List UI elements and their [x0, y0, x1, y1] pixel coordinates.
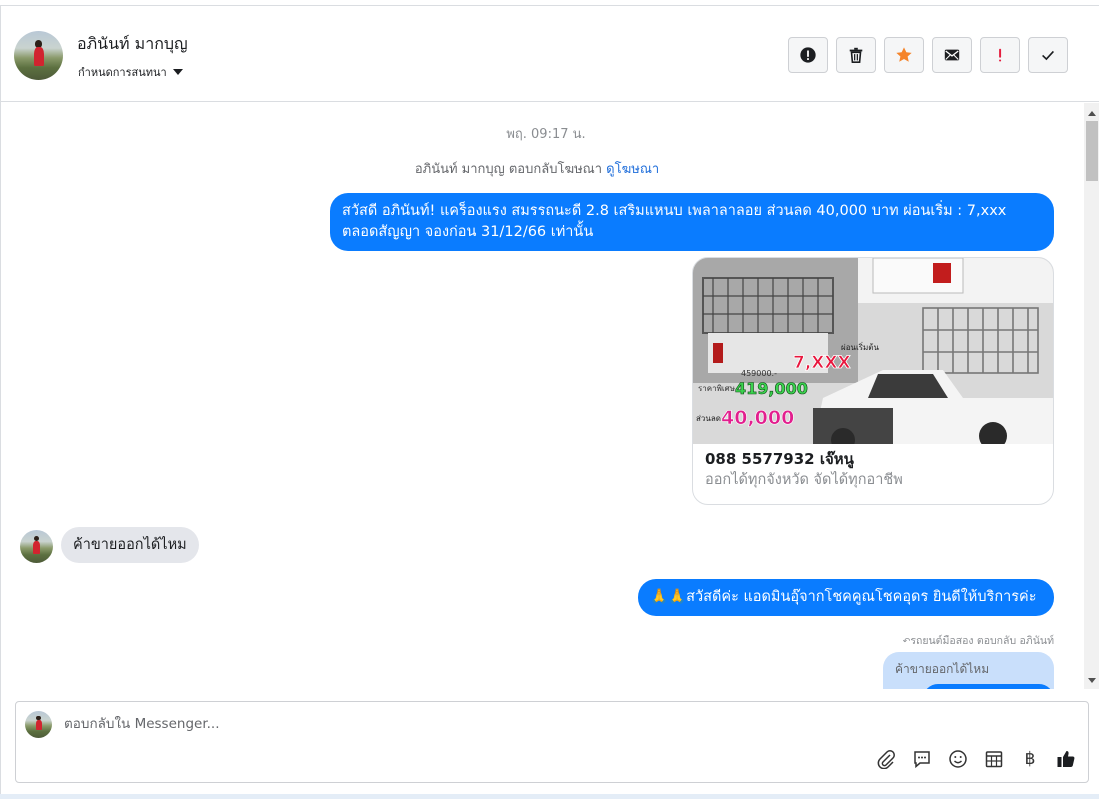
assign-conversation-dropdown[interactable]: กำหนดการสนทนา — [78, 63, 183, 81]
incoming-message: ค้าขายออกได้ไหม — [61, 527, 199, 563]
reply-input[interactable] — [64, 716, 844, 732]
emoji-icon — [949, 750, 967, 768]
sale-value: 419,000 — [735, 379, 808, 398]
outgoing-message: สวัสดี อภินันท์! แคร็องแรง สมรรถนะดี 2.8… — [330, 193, 1054, 251]
saved-reply-icon — [914, 751, 930, 769]
reply-note: ↶รถยนต์มือสอง ตอบกลับ อภินันท์ — [902, 635, 1054, 647]
ad-reply-text: อภินันท์ มากบุญ ตอบกลับโฆษณา — [414, 162, 603, 177]
saved-replies-button[interactable] — [910, 747, 934, 771]
delete-button[interactable] — [836, 37, 876, 73]
installment-value: 7,XXX — [793, 353, 851, 373]
contact-avatar[interactable] — [14, 31, 63, 80]
star-button[interactable] — [884, 37, 924, 73]
outgoing-message-partial — [923, 684, 1054, 689]
outgoing-message: 🙏🙏สวัสดีค่ะ แอดมินอุ๊จากโชคคูณโชคอุดร ยิ… — [638, 579, 1054, 616]
ad-card[interactable]: ผ่อนเริ่มต้น 7,XXX 459000.- ราคาพิเศษ 41… — [692, 257, 1054, 505]
report-button[interactable] — [788, 37, 828, 73]
checkmark-icon — [1042, 50, 1054, 61]
trash-icon — [849, 47, 863, 64]
baht-icon: ฿ — [1024, 749, 1036, 769]
discount-value: 40,000 — [721, 407, 794, 429]
caret-down-icon — [172, 69, 183, 75]
emoji-button[interactable] — [946, 747, 970, 771]
ad-reply-notice: อภินันท์ มากบุญ ตอบกลับโฆษณา ดูโฆษณา — [1, 158, 1073, 179]
mark-done-button[interactable] — [1028, 37, 1068, 73]
conversation-header: อภินันท์ มากบุญ กำหนดการสนทนา — [1, 6, 1099, 102]
envelope-icon — [944, 49, 960, 61]
report-icon — [800, 47, 816, 63]
message-timestamp: พฤ. 09:17 น. — [506, 127, 586, 142]
exclamation-icon — [999, 48, 1002, 62]
composer-tools: ฿ — [874, 747, 1078, 771]
bottom-strip — [0, 794, 1099, 799]
attachment-button[interactable] — [874, 747, 898, 771]
installment-label: ผ่อนเริ่มต้น — [841, 341, 879, 352]
payment-button[interactable]: ฿ — [1018, 747, 1042, 771]
ad-card-subtitle: ออกได้ทุกจังหวัด จัดได้ทุกอาชีพ — [705, 472, 903, 488]
chat-scrollbar[interactable] — [1084, 103, 1099, 689]
like-button[interactable] — [1054, 747, 1078, 771]
message-thread[interactable]: พฤ. 09:17 น. อภินันท์ มากบุญ ตอบกลับโฆษณ… — [1, 103, 1084, 689]
sale-label: ราคาพิเศษ — [698, 384, 735, 393]
scroll-thumb[interactable] — [1086, 121, 1098, 181]
assign-label: กำหนดการสนทนา — [78, 66, 167, 79]
view-ad-link[interactable]: ดูโฆษณา — [606, 162, 659, 177]
sender-avatar — [20, 530, 53, 563]
scroll-up-arrow-icon[interactable] — [1088, 111, 1096, 116]
pickup-truck-image: ผ่อนเริ่มต้น 7,XXX 459000.- ราคาพิเศษ 41… — [693, 258, 1053, 444]
old-price: 459000.- — [741, 369, 777, 378]
attachment-icon — [877, 750, 895, 769]
discount-label: ส่วนลด — [696, 414, 721, 423]
star-icon — [896, 47, 912, 62]
appointment-button[interactable] — [982, 747, 1006, 771]
calendar-icon — [985, 751, 1003, 768]
message-composer: ฿ — [15, 701, 1089, 783]
ad-image: ผ่อนเริ่มต้น 7,XXX 459000.- ราคาพิเศษ 41… — [693, 258, 1053, 444]
mark-unread-button[interactable] — [932, 37, 972, 73]
conversation-actions — [788, 37, 1068, 73]
scroll-down-arrow-icon[interactable] — [1088, 678, 1096, 683]
thumbs-up-icon — [1057, 751, 1075, 767]
follow-up-button[interactable] — [980, 37, 1020, 73]
page-avatar — [25, 711, 52, 738]
conversation-panel: อภินันท์ มากบุญ กำหนดการสนทนา พฤ. 09:17 … — [0, 5, 1099, 794]
contact-name: อภินันท์ มากบุญ — [77, 34, 188, 53]
